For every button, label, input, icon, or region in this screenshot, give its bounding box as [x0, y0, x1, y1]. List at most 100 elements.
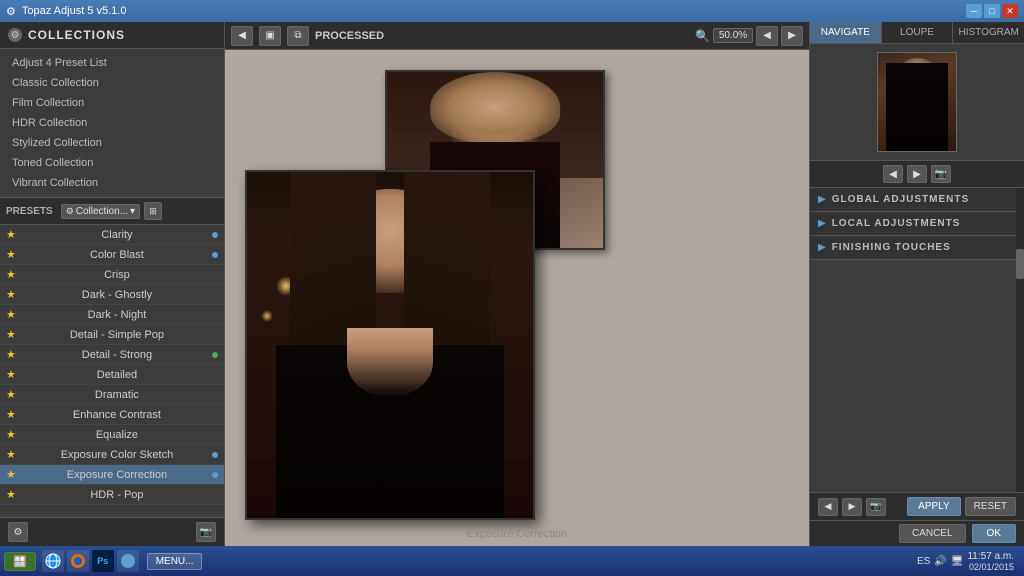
- preset-name: Equalize: [22, 429, 212, 441]
- preset-name: Detailed: [22, 369, 212, 381]
- ok-button[interactable]: OK: [972, 524, 1016, 543]
- star-icon[interactable]: ★: [6, 348, 16, 361]
- star-icon[interactable]: ★: [6, 248, 16, 261]
- collection-item-hdr[interactable]: HDR Collection: [0, 113, 224, 133]
- zoom-prev-button[interactable]: ◀: [756, 26, 778, 46]
- center-panel: ◀ ▣ ⧉ PROCESSED 🔍 ◀ ▶: [225, 22, 809, 546]
- taskbar-ie-icon[interactable]: [42, 550, 64, 572]
- collection-item-classic[interactable]: Classic Collection: [0, 73, 224, 93]
- taskbar-firefox-icon[interactable]: [67, 550, 89, 572]
- taskbar-menu-button[interactable]: MENU...: [147, 553, 203, 570]
- tab-navigate[interactable]: NAVIGATE: [810, 22, 882, 43]
- finishing-touches-header[interactable]: ▶ FINISHING TOUCHES: [810, 236, 1024, 259]
- star-icon[interactable]: ★: [6, 468, 16, 481]
- star-icon[interactable]: ★: [6, 488, 16, 501]
- speaker-icon: 🔊: [934, 556, 946, 567]
- expand-arrow-icon: ▶: [818, 218, 826, 229]
- maximize-button[interactable]: □: [984, 4, 1000, 18]
- collections-gear-icon[interactable]: ⚙: [8, 28, 22, 42]
- snapshot-button[interactable]: 📷: [866, 498, 886, 516]
- view-split-button[interactable]: ⧉: [287, 26, 309, 46]
- tab-loupe[interactable]: LOUPE: [882, 22, 954, 43]
- thumbnail-nav-controls: ◀ ▶ 📷: [810, 161, 1024, 188]
- preset-dot: [212, 452, 218, 458]
- undo-button[interactable]: ◀: [818, 498, 838, 516]
- nav-next-button[interactable]: ▶: [907, 165, 927, 183]
- star-icon[interactable]: ★: [6, 288, 16, 301]
- preset-name: Exposure Correction: [22, 469, 212, 481]
- collections-list: Adjust 4 Preset List Classic Collection …: [0, 49, 224, 198]
- zoom-fit-button[interactable]: 📷: [931, 165, 951, 183]
- reset-button[interactable]: RESET: [965, 497, 1016, 516]
- presets-list: ★ Clarity ★ Color Blast ★ Crisp ★ Dark -…: [0, 225, 224, 517]
- cancel-button[interactable]: CANCEL: [899, 524, 966, 543]
- grid-view-button[interactable]: ⊞: [144, 202, 162, 220]
- app-icon: ⚙: [6, 5, 16, 18]
- zoom-input[interactable]: [713, 28, 753, 43]
- preset-item-clarity[interactable]: ★ Clarity: [0, 225, 224, 245]
- star-icon[interactable]: ★: [6, 368, 16, 381]
- network-icon: 🖥: [951, 556, 964, 567]
- redo-button[interactable]: ▶: [842, 498, 862, 516]
- preset-name: Color Blast: [22, 249, 212, 261]
- preset-item-crisp[interactable]: ★ Crisp: [0, 265, 224, 285]
- right-actions-bar: ◀ ▶ 📷 APPLY RESET: [810, 492, 1024, 520]
- zoom-next-button[interactable]: ▶: [781, 26, 803, 46]
- collection-item-toned[interactable]: Toned Collection: [0, 153, 224, 173]
- minimize-button[interactable]: ─: [966, 4, 982, 18]
- titlebar: ⚙ Topaz Adjust 5 v5.1.0 ─ □ ✕: [0, 0, 1024, 22]
- collection-item-stylized[interactable]: Stylized Collection: [0, 133, 224, 153]
- view-single-button[interactable]: ▣: [259, 26, 281, 46]
- presets-dropdown[interactable]: ⚙ Collection... ▾: [61, 204, 140, 219]
- right-scrollbar-thumb[interactable]: [1016, 249, 1024, 279]
- date-label: 02/01/2015: [969, 562, 1014, 572]
- finishing-touches-section: ▶ FINISHING TOUCHES: [810, 236, 1024, 260]
- preset-item-equalize[interactable]: ★ Equalize: [0, 425, 224, 445]
- star-icon[interactable]: ★: [6, 308, 16, 321]
- star-icon[interactable]: ★: [6, 268, 16, 281]
- start-button[interactable]: 🪟: [4, 552, 36, 571]
- preset-item-hdr-pop[interactable]: ★ HDR - Pop: [0, 485, 224, 505]
- collection-item-adjust4[interactable]: Adjust 4 Preset List: [0, 53, 224, 73]
- thumbnail-area: [810, 44, 1024, 161]
- preset-name: Dark - Night: [22, 309, 212, 321]
- collection-item-vibrant[interactable]: Vibrant Collection: [0, 173, 224, 193]
- preset-item-detail-simple[interactable]: ★ Detail - Simple Pop: [0, 325, 224, 345]
- apply-button[interactable]: APPLY: [907, 497, 961, 516]
- back-button[interactable]: ◀: [231, 26, 253, 46]
- star-icon[interactable]: ★: [6, 328, 16, 341]
- global-adjustments-label: GLOBAL ADJUSTMENTS: [832, 194, 969, 205]
- right-panel: NAVIGATE LOUPE HISTOGRAM ◀ ▶ 📷 ▶: [809, 22, 1024, 546]
- main-toolbar: ◀ ▣ ⧉ PROCESSED 🔍 ◀ ▶: [225, 22, 809, 50]
- expand-arrow-icon: ▶: [818, 242, 826, 253]
- taskbar-ps-icon[interactable]: Ps: [92, 550, 114, 572]
- preset-item-exposure-correction[interactable]: ★ Exposure Correction: [0, 465, 224, 485]
- close-button[interactable]: ✕: [1002, 4, 1018, 18]
- collection-item-film[interactable]: Film Collection: [0, 93, 224, 113]
- collections-header: ⚙ COLLECTIONS: [0, 22, 224, 49]
- local-adjustments-header[interactable]: ▶ LOCAL ADJUSTMENTS: [810, 212, 1024, 235]
- star-icon[interactable]: ★: [6, 428, 16, 441]
- app-title: Topaz Adjust 5 v5.1.0: [22, 5, 127, 17]
- star-icon[interactable]: ★: [6, 448, 16, 461]
- preset-item-exposure-color[interactable]: ★ Exposure Color Sketch: [0, 445, 224, 465]
- star-icon[interactable]: ★: [6, 388, 16, 401]
- tab-histogram[interactable]: HISTOGRAM: [953, 22, 1024, 43]
- star-icon[interactable]: ★: [6, 408, 16, 421]
- preset-item-dark-night[interactable]: ★ Dark - Night: [0, 305, 224, 325]
- left-panel: ⚙ COLLECTIONS Adjust 4 Preset List Class…: [0, 22, 225, 546]
- preset-item-enhance[interactable]: ★ Enhance Contrast: [0, 405, 224, 425]
- global-adjustments-header[interactable]: ▶ GLOBAL ADJUSTMENTS: [810, 188, 1024, 211]
- preset-item-detail-strong[interactable]: ★ Detail - Strong: [0, 345, 224, 365]
- preset-item-detailed[interactable]: ★ Detailed: [0, 365, 224, 385]
- settings-icon-button[interactable]: ⚙: [8, 522, 28, 542]
- camera-icon-button[interactable]: 📷: [196, 522, 216, 542]
- right-scrollbar-track[interactable]: [1016, 188, 1024, 492]
- taskbar-app-icon[interactable]: [117, 550, 139, 572]
- preset-item-dramatic[interactable]: ★ Dramatic: [0, 385, 224, 405]
- nav-prev-button[interactable]: ◀: [883, 165, 903, 183]
- preset-item-dark-ghostly[interactable]: ★ Dark - Ghostly: [0, 285, 224, 305]
- preset-name: Clarity: [22, 229, 212, 241]
- preset-item-colorblast[interactable]: ★ Color Blast: [0, 245, 224, 265]
- star-icon[interactable]: ★: [6, 228, 16, 241]
